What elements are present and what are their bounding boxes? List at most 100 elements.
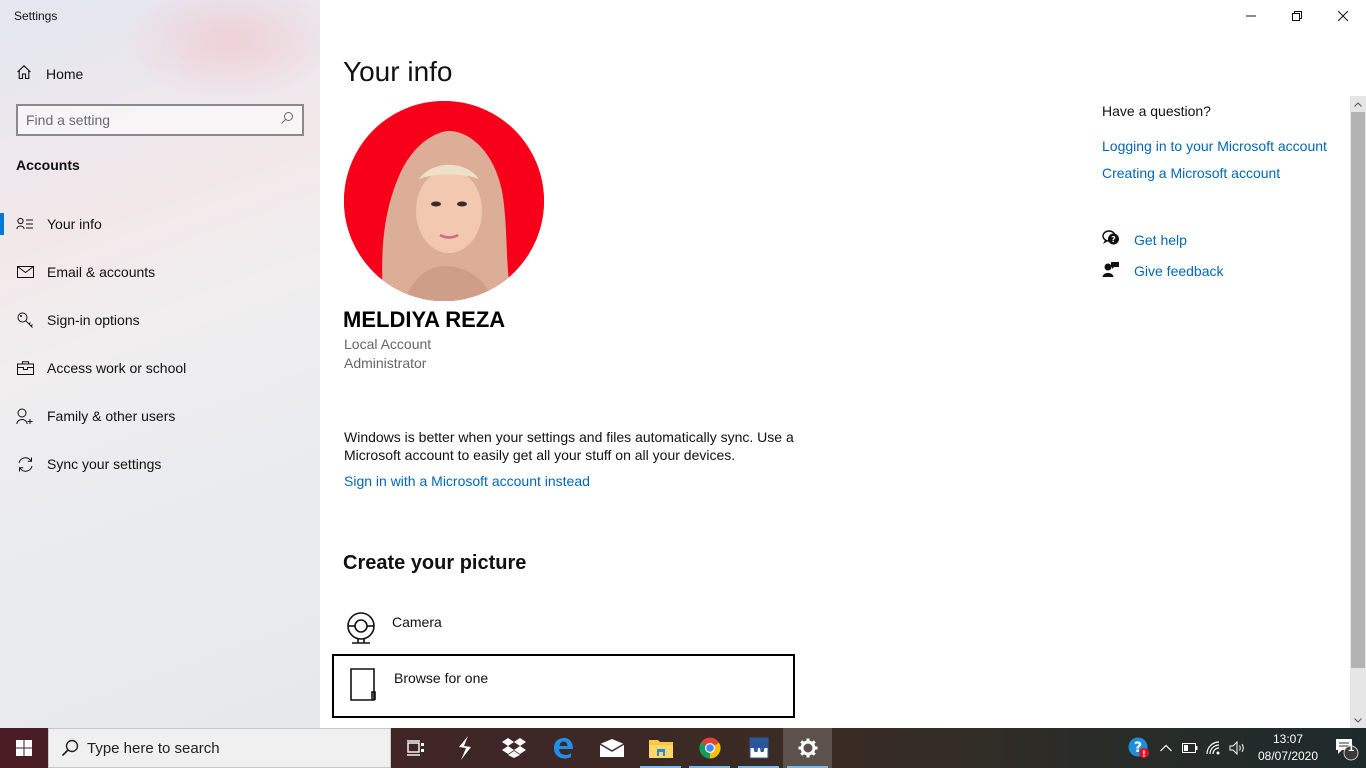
- sidebar-item-access-work-or-school[interactable]: Access work or school: [0, 344, 320, 392]
- sidebar-item-email-accounts[interactable]: Email & accounts: [0, 248, 320, 296]
- network-button[interactable]: [1202, 728, 1226, 768]
- scroll-down-button[interactable]: [1350, 712, 1366, 728]
- taskbar-dropbox[interactable]: [489, 728, 538, 768]
- battery-button[interactable]: [1178, 728, 1202, 768]
- clock[interactable]: 13:07 08/07/2020: [1250, 731, 1326, 765]
- camera-icon: [346, 612, 376, 649]
- search-icon: [61, 739, 79, 757]
- restore-button[interactable]: [1274, 0, 1320, 32]
- section-title: Accounts: [16, 157, 80, 173]
- sign-in-microsoft-link[interactable]: Sign in with a Microsoft account instead: [344, 473, 590, 489]
- browse-option[interactable]: Browse for one: [332, 654, 795, 718]
- create-picture-title: Create your picture: [343, 552, 527, 574]
- chevron-up-icon: [1354, 101, 1362, 107]
- sidebar-item-label: Access work or school: [47, 360, 187, 376]
- get-help-icon: ?: [1102, 229, 1120, 251]
- sidebar-item-family-other-users[interactable]: Family & other users: [0, 392, 320, 440]
- give-feedback-label: Give feedback: [1134, 263, 1224, 279]
- account-type: Local Account: [344, 336, 432, 352]
- account-role: Administrator: [344, 355, 427, 371]
- taskbar-settings[interactable]: [783, 728, 832, 768]
- minimize-button[interactable]: [1228, 0, 1274, 32]
- volume-icon: [1229, 741, 1244, 755]
- chevron-down-icon: [1354, 717, 1362, 723]
- help-link-logging-in[interactable]: Logging in to your Microsoft account: [1102, 138, 1327, 154]
- windows-logo-icon: [16, 740, 32, 756]
- key-icon: [16, 311, 34, 329]
- chevron-up-icon: [1160, 744, 1172, 752]
- file-explorer-icon: [648, 740, 673, 758]
- taskbar: Type here to search W ?! 13:07 08/07/202…: [0, 728, 1366, 768]
- page-title: Your info: [343, 56, 453, 87]
- help-title: Have a question?: [1102, 103, 1211, 119]
- taskbar-search[interactable]: Type here to search: [48, 728, 391, 768]
- give-feedback-link[interactable]: Give feedback: [1102, 261, 1224, 281]
- close-icon: [1338, 11, 1348, 21]
- taskbar-edge[interactable]: [538, 728, 587, 768]
- home-button[interactable]: Home: [16, 63, 83, 85]
- sidebar-item-your-info[interactable]: Your info: [0, 200, 320, 248]
- clock-time: 13:07: [1272, 732, 1304, 746]
- sidebar-item-sync-settings[interactable]: Sync your settings: [0, 440, 320, 488]
- taskbar-search-placeholder: Type here to search: [87, 739, 220, 757]
- find-setting-search[interactable]: [16, 104, 304, 136]
- notification-count: 1: [1348, 742, 1355, 754]
- main-content: Your info MELDIYA REZA Local Account Adm…: [320, 0, 1350, 728]
- sidebar: Settings Home Accounts Your info Email &…: [0, 0, 340, 728]
- settings-gear-icon: [798, 738, 817, 758]
- notification-icon: [1336, 739, 1359, 761]
- home-label: Home: [46, 66, 84, 82]
- sidebar-item-label: Your info: [47, 216, 102, 232]
- task-view-icon: [406, 740, 424, 756]
- browse-label: Browse for one: [394, 670, 489, 686]
- avatar: [344, 101, 544, 301]
- system-tray: ?! 13:07 08/07/2020 1: [1124, 728, 1366, 768]
- clock-date: 08/07/2020: [1257, 749, 1319, 763]
- start-button[interactable]: [0, 728, 48, 768]
- person-add-icon: [16, 407, 34, 425]
- task-view-button[interactable]: [391, 728, 440, 768]
- taskbar-app-s[interactable]: [440, 728, 489, 768]
- vertical-scrollbar[interactable]: [1350, 96, 1366, 728]
- wifi-icon: [1206, 741, 1220, 755]
- close-button[interactable]: [1320, 0, 1366, 32]
- volume-button[interactable]: [1226, 728, 1250, 768]
- help-tray-button[interactable]: ?!: [1124, 728, 1154, 768]
- taskbar-mail[interactable]: [587, 728, 636, 768]
- app-s-icon: [458, 736, 471, 760]
- user-name: MELDIYA REZA: [343, 307, 506, 332]
- dropbox-icon: [501, 738, 526, 758]
- sync-icon: [16, 455, 34, 473]
- help-alert-icon: ?!: [1128, 737, 1149, 759]
- sidebar-item-label: Email & accounts: [47, 264, 156, 280]
- taskbar-word[interactable]: W: [734, 728, 783, 768]
- app-title: Settings: [14, 9, 58, 23]
- mail-icon: [16, 263, 34, 281]
- profile-photo: [344, 101, 544, 301]
- edge-icon: [553, 738, 573, 759]
- show-hidden-icons-button[interactable]: [1154, 728, 1178, 768]
- svg-text:W: W: [751, 741, 765, 756]
- taskbar-chrome[interactable]: [685, 728, 734, 768]
- taskbar-file-explorer[interactable]: [636, 728, 685, 768]
- sidebar-item-label: Sync your settings: [47, 456, 162, 472]
- give-feedback-icon: [1102, 261, 1120, 282]
- svg-text:!: !: [1142, 750, 1146, 759]
- search-icon[interactable]: [280, 111, 294, 130]
- help-link-creating-account[interactable]: Creating a Microsoft account: [1102, 165, 1280, 181]
- scroll-up-button[interactable]: [1350, 96, 1366, 112]
- get-help-label: Get help: [1134, 232, 1187, 248]
- sidebar-item-sign-in-options[interactable]: Sign-in options: [0, 296, 320, 344]
- home-icon: [16, 64, 32, 85]
- sidebar-item-label: Sign-in options: [47, 312, 140, 328]
- find-setting-input[interactable]: [26, 112, 280, 128]
- get-help-link[interactable]: ? Get help: [1102, 229, 1187, 251]
- sync-description: Windows is better when your settings and…: [344, 429, 794, 463]
- restore-icon: [1292, 11, 1302, 21]
- browse-icon: [350, 668, 378, 707]
- scroll-thumb[interactable]: [1351, 112, 1365, 668]
- person-list-icon: [16, 215, 34, 233]
- action-center-button[interactable]: 1: [1326, 728, 1366, 768]
- sidebar-nav: Your info Email & accounts Sign-in optio…: [0, 200, 320, 488]
- minimize-icon: [1246, 15, 1256, 17]
